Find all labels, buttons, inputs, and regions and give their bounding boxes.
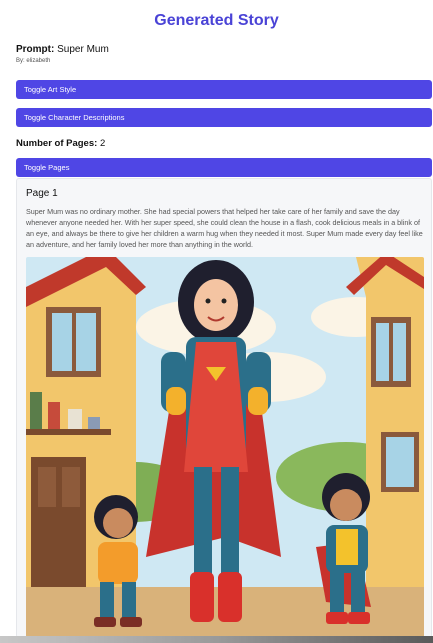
story-page-card: Page 1 Super Mum was no ordinary mother.… xyxy=(16,178,432,638)
page-title: Generated Story xyxy=(154,12,279,29)
number-of-pages: Number of Pages: 2 xyxy=(16,138,105,149)
byline: By: elizabeth xyxy=(16,58,51,64)
story-illustration xyxy=(26,257,424,637)
prompt-value: Super Mum xyxy=(57,44,109,55)
prompt-label: Prompt: xyxy=(16,44,55,55)
prompt-line: Prompt: Super Mum xyxy=(16,44,109,55)
number-of-pages-value: 2 xyxy=(99,138,106,149)
number-of-pages-label: Number of Pages: xyxy=(16,138,98,149)
story-page-text: Super Mum was no ordinary mother. She ha… xyxy=(26,207,423,249)
toggle-character-descriptions-button[interactable]: Toggle Character Descriptions xyxy=(16,108,432,127)
bottom-scroll-edge xyxy=(0,636,433,643)
toggle-pages-button[interactable]: Toggle Pages xyxy=(16,158,432,177)
toggle-art-style-button[interactable]: Toggle Art Style xyxy=(16,80,432,99)
story-page-title: Page 1 xyxy=(26,188,58,199)
